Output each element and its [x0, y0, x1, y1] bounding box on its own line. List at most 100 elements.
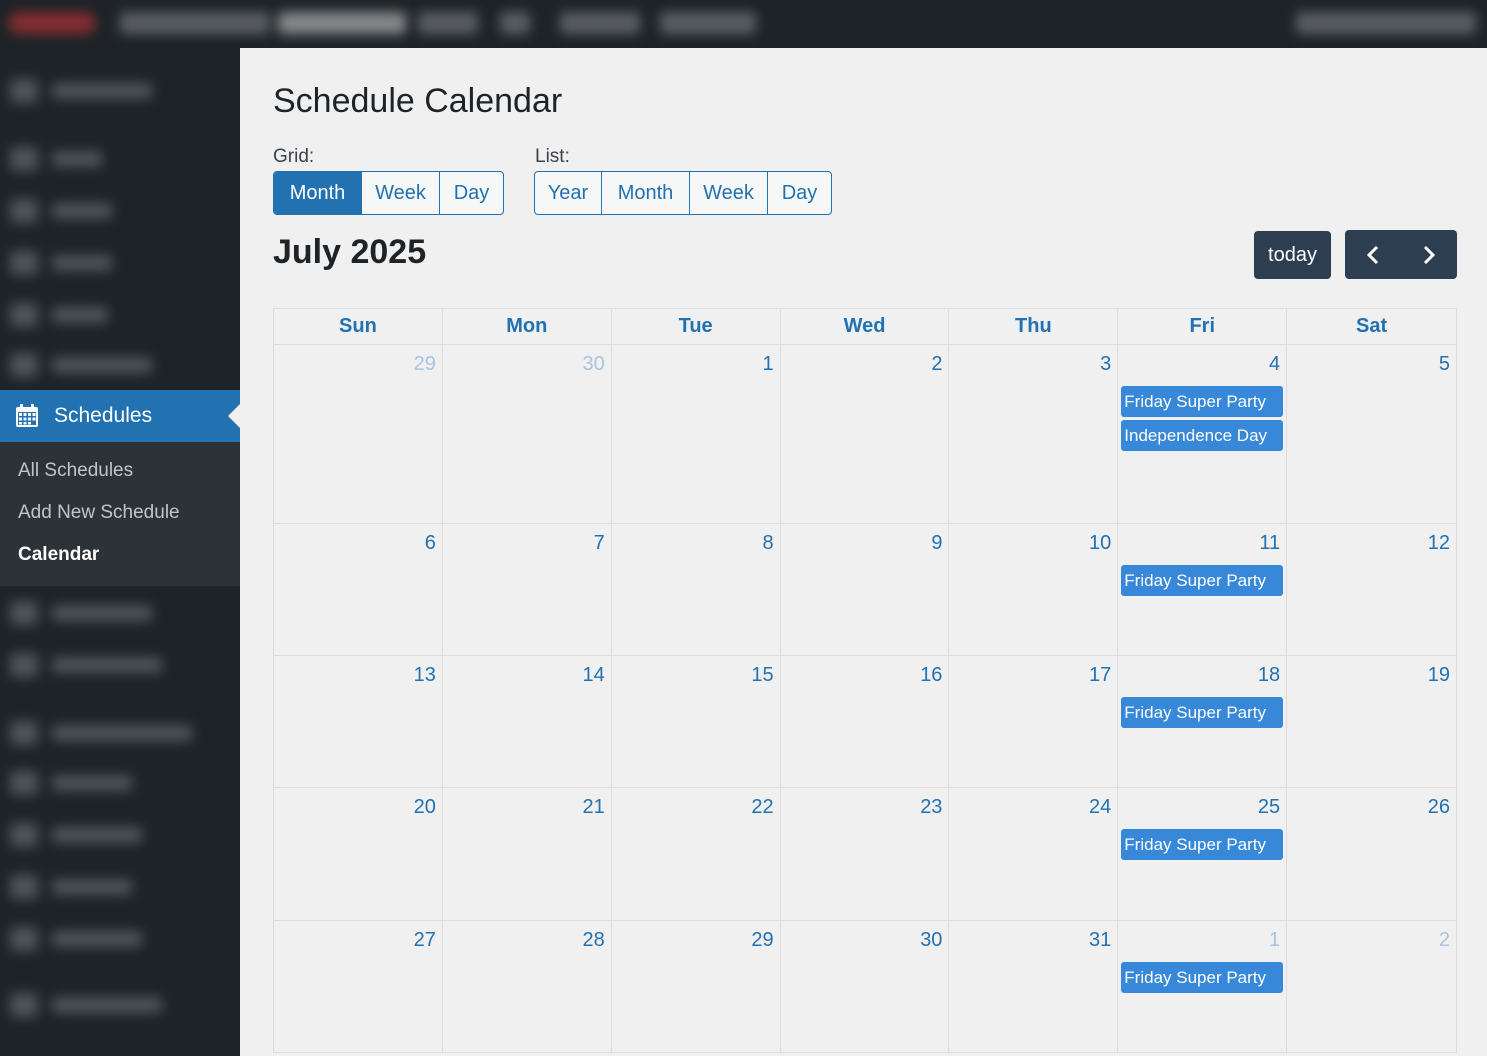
- day-cell[interactable]: 23: [780, 788, 950, 921]
- list-year-button[interactable]: Year: [535, 172, 602, 214]
- day-number[interactable]: 1: [1269, 929, 1280, 952]
- day-number[interactable]: 23: [920, 796, 942, 819]
- day-cell[interactable]: 30: [442, 345, 612, 524]
- sidebar-item-blurred[interactable]: [10, 652, 162, 678]
- day-cell[interactable]: 18 Friday Super Party: [1118, 656, 1288, 788]
- day-number[interactable]: 25: [1258, 796, 1280, 819]
- sidebar-item-blurred[interactable]: [10, 992, 162, 1018]
- day-number[interactable]: 10: [1089, 532, 1111, 555]
- day-number[interactable]: 20: [414, 796, 436, 819]
- calendar-event[interactable]: Friday Super Party: [1121, 829, 1284, 860]
- list-month-button[interactable]: Month: [602, 172, 690, 214]
- day-number[interactable]: 18: [1258, 664, 1280, 687]
- sidebar-item-blurred[interactable]: [10, 302, 108, 328]
- day-cell[interactable]: 21: [442, 788, 612, 921]
- submenu-all-schedules[interactable]: All Schedules: [0, 456, 240, 498]
- submenu-add-new-schedule[interactable]: Add New Schedule: [0, 498, 240, 540]
- sidebar-item-schedules[interactable]: Schedules: [0, 390, 240, 442]
- day-cell[interactable]: 14: [442, 656, 612, 788]
- sidebar-item-blurred[interactable]: [10, 352, 152, 378]
- calendar-event[interactable]: Friday Super Party: [1121, 386, 1284, 417]
- day-cell[interactable]: 15: [611, 656, 781, 788]
- today-button[interactable]: today: [1254, 231, 1331, 279]
- day-number[interactable]: 29: [751, 929, 773, 952]
- day-cell[interactable]: 30: [780, 921, 950, 1053]
- grid-month-button[interactable]: Month: [274, 172, 362, 214]
- day-number[interactable]: 21: [582, 796, 604, 819]
- day-cell[interactable]: 8: [611, 524, 781, 656]
- sidebar-item-blurred[interactable]: [10, 926, 142, 952]
- day-number[interactable]: 24: [1089, 796, 1111, 819]
- day-number[interactable]: 12: [1428, 532, 1450, 555]
- day-number[interactable]: 29: [414, 353, 436, 376]
- day-number[interactable]: 15: [751, 664, 773, 687]
- day-number[interactable]: 30: [582, 353, 604, 376]
- sidebar-item-blurred[interactable]: [10, 770, 132, 796]
- day-number[interactable]: 5: [1439, 353, 1450, 376]
- day-cell[interactable]: 2: [780, 345, 950, 524]
- day-number[interactable]: 11: [1259, 532, 1280, 555]
- day-cell[interactable]: 13: [274, 656, 443, 788]
- calendar-event[interactable]: Friday Super Party: [1121, 962, 1284, 993]
- day-cell[interactable]: 27: [274, 921, 443, 1053]
- day-number[interactable]: 4: [1269, 353, 1280, 376]
- sidebar-item-blurred[interactable]: [10, 198, 112, 224]
- submenu-calendar[interactable]: Calendar: [0, 540, 240, 582]
- day-number[interactable]: 16: [920, 664, 942, 687]
- day-number[interactable]: 26: [1428, 796, 1450, 819]
- next-button[interactable]: [1401, 230, 1457, 279]
- day-number[interactable]: 3: [1100, 353, 1111, 376]
- day-cell[interactable]: 19: [1287, 656, 1458, 788]
- day-number[interactable]: 14: [582, 664, 604, 687]
- day-number[interactable]: 31: [1089, 929, 1111, 952]
- day-cell[interactable]: 29: [274, 345, 443, 524]
- day-cell[interactable]: 5: [1287, 345, 1458, 524]
- day-cell[interactable]: 6: [274, 524, 443, 656]
- day-number[interactable]: 27: [414, 929, 436, 952]
- list-week-button[interactable]: Week: [690, 172, 768, 214]
- sidebar-item-blurred[interactable]: [10, 874, 132, 900]
- sidebar-item-blurred[interactable]: [10, 146, 102, 172]
- day-cell[interactable]: 29: [611, 921, 781, 1053]
- day-cell[interactable]: 3: [949, 345, 1119, 524]
- calendar-event[interactable]: Friday Super Party: [1121, 697, 1284, 728]
- day-cell[interactable]: 28: [442, 921, 612, 1053]
- day-number[interactable]: 2: [931, 353, 942, 376]
- day-cell[interactable]: 31: [949, 921, 1119, 1053]
- prev-button[interactable]: [1345, 230, 1401, 279]
- sidebar-item-blurred[interactable]: [10, 822, 142, 848]
- day-cell[interactable]: 24: [949, 788, 1119, 921]
- grid-day-button[interactable]: Day: [440, 172, 503, 214]
- day-number[interactable]: 1: [762, 353, 773, 376]
- sidebar-item-blurred[interactable]: [10, 600, 152, 626]
- day-cell[interactable]: 4 Friday Super Party Independence Day: [1118, 345, 1288, 524]
- day-number[interactable]: 8: [762, 532, 773, 555]
- day-cell[interactable]: 25 Friday Super Party: [1118, 788, 1288, 921]
- sidebar-item-blurred[interactable]: [10, 250, 112, 276]
- day-number[interactable]: 19: [1428, 664, 1450, 687]
- day-number[interactable]: 6: [425, 532, 436, 555]
- calendar-event[interactable]: Independence Day: [1121, 420, 1284, 451]
- day-cell[interactable]: 16: [780, 656, 950, 788]
- day-cell[interactable]: 7: [442, 524, 612, 656]
- day-number[interactable]: 22: [751, 796, 773, 819]
- day-cell[interactable]: 17: [949, 656, 1119, 788]
- day-cell[interactable]: 2: [1287, 921, 1458, 1053]
- day-cell[interactable]: 10: [949, 524, 1119, 656]
- day-cell[interactable]: 12: [1287, 524, 1458, 656]
- day-number[interactable]: 17: [1089, 664, 1111, 687]
- day-number[interactable]: 2: [1439, 929, 1450, 952]
- sidebar-item-blurred[interactable]: [10, 78, 152, 104]
- grid-week-button[interactable]: Week: [362, 172, 440, 214]
- day-cell[interactable]: 26: [1287, 788, 1458, 921]
- day-cell[interactable]: 9: [780, 524, 950, 656]
- list-day-button[interactable]: Day: [768, 172, 831, 214]
- sidebar-item-blurred[interactable]: [10, 720, 192, 746]
- day-cell[interactable]: 1 Friday Super Party: [1118, 921, 1288, 1053]
- day-number[interactable]: 30: [920, 929, 942, 952]
- day-cell[interactable]: 20: [274, 788, 443, 921]
- day-number[interactable]: 28: [582, 929, 604, 952]
- calendar-event[interactable]: Friday Super Party: [1121, 565, 1284, 596]
- day-cell[interactable]: 1: [611, 345, 781, 524]
- day-number[interactable]: 9: [931, 532, 942, 555]
